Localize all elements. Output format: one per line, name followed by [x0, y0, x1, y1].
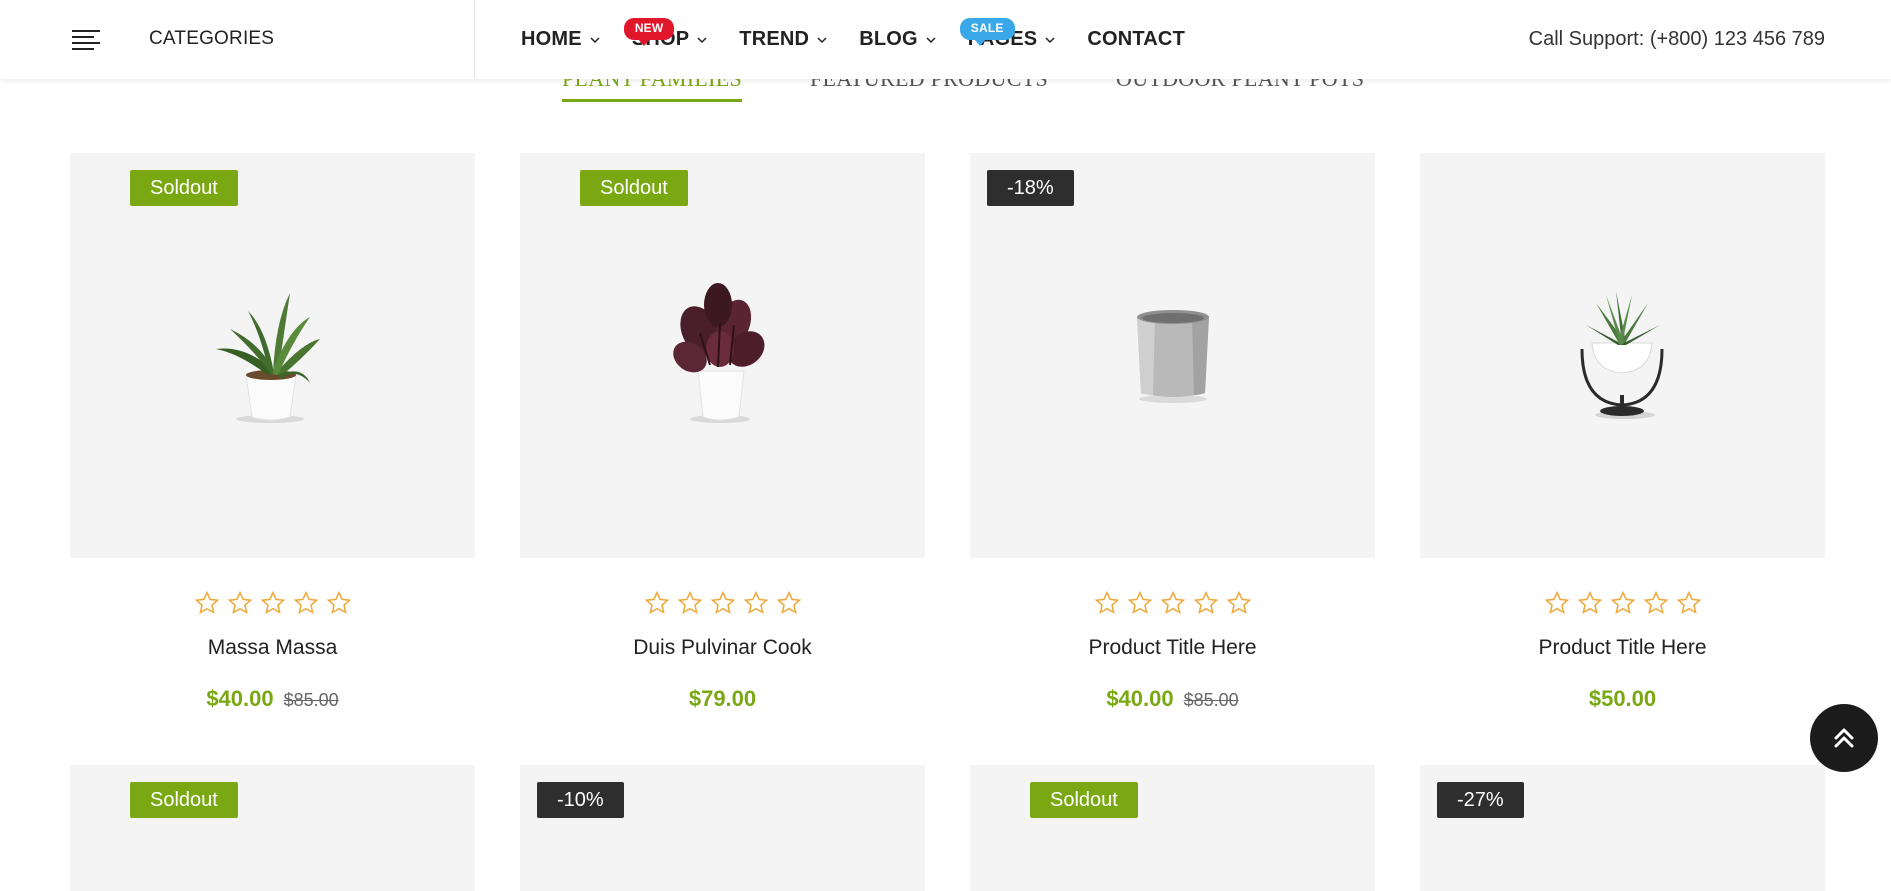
current-price: $50.00: [1588, 686, 1657, 711]
star-icon[interactable]: [1193, 590, 1219, 616]
soldout-label: Soldout: [1030, 782, 1138, 818]
nav-blog[interactable]: BLOG: [859, 28, 938, 51]
product-title[interactable]: Duis Pulvinar Cook: [520, 636, 925, 660]
soldout-label: Soldout: [130, 170, 238, 206]
product-image[interactable]: Soldout: [520, 153, 925, 558]
product-card[interactable]: Product Title Here $50.00: [1420, 153, 1825, 711]
star-icon[interactable]: [1610, 590, 1636, 616]
current-price: $40.00: [206, 686, 274, 711]
discount-label: -10%: [537, 782, 624, 818]
product-image[interactable]: -27%: [1420, 765, 1825, 891]
site-header: CATEGORIES HOME NEW SHOP TREND BLOG SALE…: [0, 0, 1891, 79]
chevron-down-icon: [697, 36, 707, 43]
product-image[interactable]: -18%: [970, 153, 1375, 558]
product-card[interactable]: -10%: [520, 765, 925, 891]
star-icon[interactable]: [1160, 590, 1186, 616]
snake-plant-image: [216, 293, 320, 423]
current-price: $40.00: [1106, 686, 1174, 711]
star-icon[interactable]: [710, 590, 736, 616]
chevron-down-icon: [817, 36, 827, 43]
nav-home[interactable]: HOME: [521, 28, 602, 51]
discount-label: -18%: [987, 170, 1074, 206]
star-icon[interactable]: [1643, 590, 1669, 616]
product-title[interactable]: Product Title Here: [970, 636, 1375, 660]
star-icon[interactable]: [1094, 590, 1120, 616]
nav-trend-label[interactable]: TREND: [739, 28, 809, 51]
star-icon[interactable]: [1577, 590, 1603, 616]
product-image[interactable]: Soldout: [70, 765, 475, 891]
double-chevron-up-icon: [1834, 728, 1854, 748]
star-icon[interactable]: [260, 590, 286, 616]
categories-label[interactable]: CATEGORIES: [149, 28, 274, 50]
product-card[interactable]: Soldout Duis Pulvinar Cook $79.00: [520, 153, 925, 711]
old-price: $85.00: [283, 690, 339, 710]
sale-badge: SALE: [959, 18, 1015, 46]
nav-blog-label[interactable]: BLOG: [859, 28, 918, 51]
nav-contact[interactable]: CONTACT: [1087, 28, 1185, 51]
product-card[interactable]: Soldout: [970, 765, 1375, 891]
product-card[interactable]: -27%: [1420, 765, 1825, 891]
star-icon[interactable]: [1676, 590, 1702, 616]
scroll-to-top-button[interactable]: [1810, 704, 1878, 772]
hanging-succulent-image: [1580, 291, 1664, 419]
product-image[interactable]: Soldout: [70, 153, 475, 558]
star-icon[interactable]: [194, 590, 220, 616]
star-icon[interactable]: [227, 590, 253, 616]
product-title[interactable]: Product Title Here: [1420, 636, 1825, 660]
nav-pages[interactable]: SALE PAGES: [959, 18, 1058, 51]
star-icon[interactable]: [743, 590, 769, 616]
star-icon[interactable]: [326, 590, 352, 616]
nav-contact-label[interactable]: CONTACT: [1087, 28, 1185, 51]
star-icon[interactable]: [1127, 590, 1153, 616]
menu-icon[interactable]: [72, 30, 100, 50]
concrete-pot-image: [1137, 310, 1209, 403]
old-price: $85.00: [1183, 690, 1239, 710]
product-price: $40.00 $85.00: [970, 686, 1375, 712]
product-image[interactable]: -10%: [520, 765, 925, 891]
nav-trend[interactable]: TREND: [739, 28, 829, 51]
chevron-down-icon: [590, 36, 600, 43]
rating-stars[interactable]: [970, 590, 1375, 616]
product-image[interactable]: Soldout: [970, 765, 1375, 891]
rating-stars[interactable]: [1420, 590, 1825, 616]
calathea-plant-image: [673, 283, 765, 423]
soldout-label: Soldout: [580, 170, 688, 206]
current-price: $79.00: [688, 686, 757, 711]
rating-stars[interactable]: [70, 590, 475, 616]
categories-block[interactable]: CATEGORIES: [0, 0, 475, 79]
star-icon[interactable]: [644, 590, 670, 616]
product-price: $50.00: [1420, 686, 1825, 712]
star-icon[interactable]: [677, 590, 703, 616]
nav-home-label[interactable]: HOME: [521, 28, 582, 51]
star-icon[interactable]: [293, 590, 319, 616]
star-icon[interactable]: [1544, 590, 1570, 616]
star-icon[interactable]: [776, 590, 802, 616]
star-icon[interactable]: [1226, 590, 1252, 616]
product-price: $40.00 $85.00: [70, 686, 475, 712]
chevron-down-icon: [1045, 36, 1055, 43]
new-badge: NEW: [623, 18, 675, 46]
product-price: $79.00: [520, 686, 925, 712]
product-title[interactable]: Massa Massa: [70, 636, 475, 660]
soldout-label: Soldout: [130, 782, 238, 818]
product-card[interactable]: Soldout: [70, 765, 475, 891]
chevron-down-icon: [926, 36, 936, 43]
nav-shop[interactable]: NEW SHOP: [623, 18, 709, 51]
rating-stars[interactable]: [520, 590, 925, 616]
product-card[interactable]: -18% Product Title Here $40.00 $85.00: [970, 153, 1375, 711]
product-card[interactable]: Soldout Massa Massa $40.00 $85.00: [70, 153, 475, 711]
discount-label: -27%: [1437, 782, 1524, 818]
product-image[interactable]: [1420, 153, 1825, 558]
main-nav: HOME NEW SHOP TREND BLOG SALE PAGES CONT…: [521, 0, 1215, 79]
call-support[interactable]: Call Support: (+800) 123 456 789: [1529, 28, 1825, 51]
